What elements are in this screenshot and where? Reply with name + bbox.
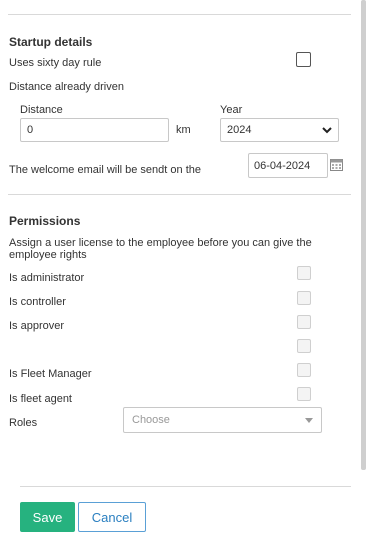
welcome-email-label: The welcome email will be sendt on the [9,164,201,176]
welcome-date-input[interactable]: 06-04-2024 [248,153,328,178]
permission-label-fleet-manager: Is Fleet Manager [9,368,92,380]
permission-label-approver: Is approver [9,320,65,332]
permissions-note: Assign a user license to the employee be… [9,237,312,261]
startup-title: Startup details [9,35,93,49]
permissions-title: Permissions [9,214,81,228]
footer-divider [20,486,351,487]
permission-label-controller: Is controller [9,296,66,308]
permission-label-administrator: Is administrator [9,272,85,284]
administrator-checkbox[interactable] [297,266,311,280]
distance-input[interactable]: 0 [20,118,169,142]
distance-label: Distance [20,104,63,116]
permission-label-fleet-agent: Is fleet agent [9,393,72,405]
sixty-day-label: Uses sixty day rule [9,57,102,69]
distance-value: 0 [27,124,34,136]
distance-unit: km [176,124,191,136]
year-select[interactable]: 2024 [220,118,339,142]
unlabeled-checkbox[interactable] [297,339,311,353]
year-label: Year [220,104,243,116]
section-divider [8,194,351,195]
roles-label: Roles [9,417,38,429]
save-button[interactable]: Save [20,502,75,532]
controller-checkbox[interactable] [297,291,311,305]
cancel-button[interactable]: Cancel [78,502,146,532]
welcome-date-value: 06-04-2024 [254,159,311,172]
chevron-down-icon [322,126,332,134]
sixty-day-checkbox[interactable] [296,52,311,67]
roles-select[interactable]: Choose [123,407,322,433]
caret-down-icon [305,417,313,423]
top-divider [8,14,351,15]
fleet-agent-checkbox[interactable] [297,387,311,401]
roles-placeholder: Choose [132,414,170,426]
approver-checkbox[interactable] [297,315,311,329]
distance-driven-label: Distance already driven [9,81,124,93]
fleet-manager-checkbox[interactable] [297,363,311,377]
year-value: 2024 [227,124,252,136]
scrollbar[interactable] [361,0,366,470]
calendar-icon[interactable] [330,158,343,174]
